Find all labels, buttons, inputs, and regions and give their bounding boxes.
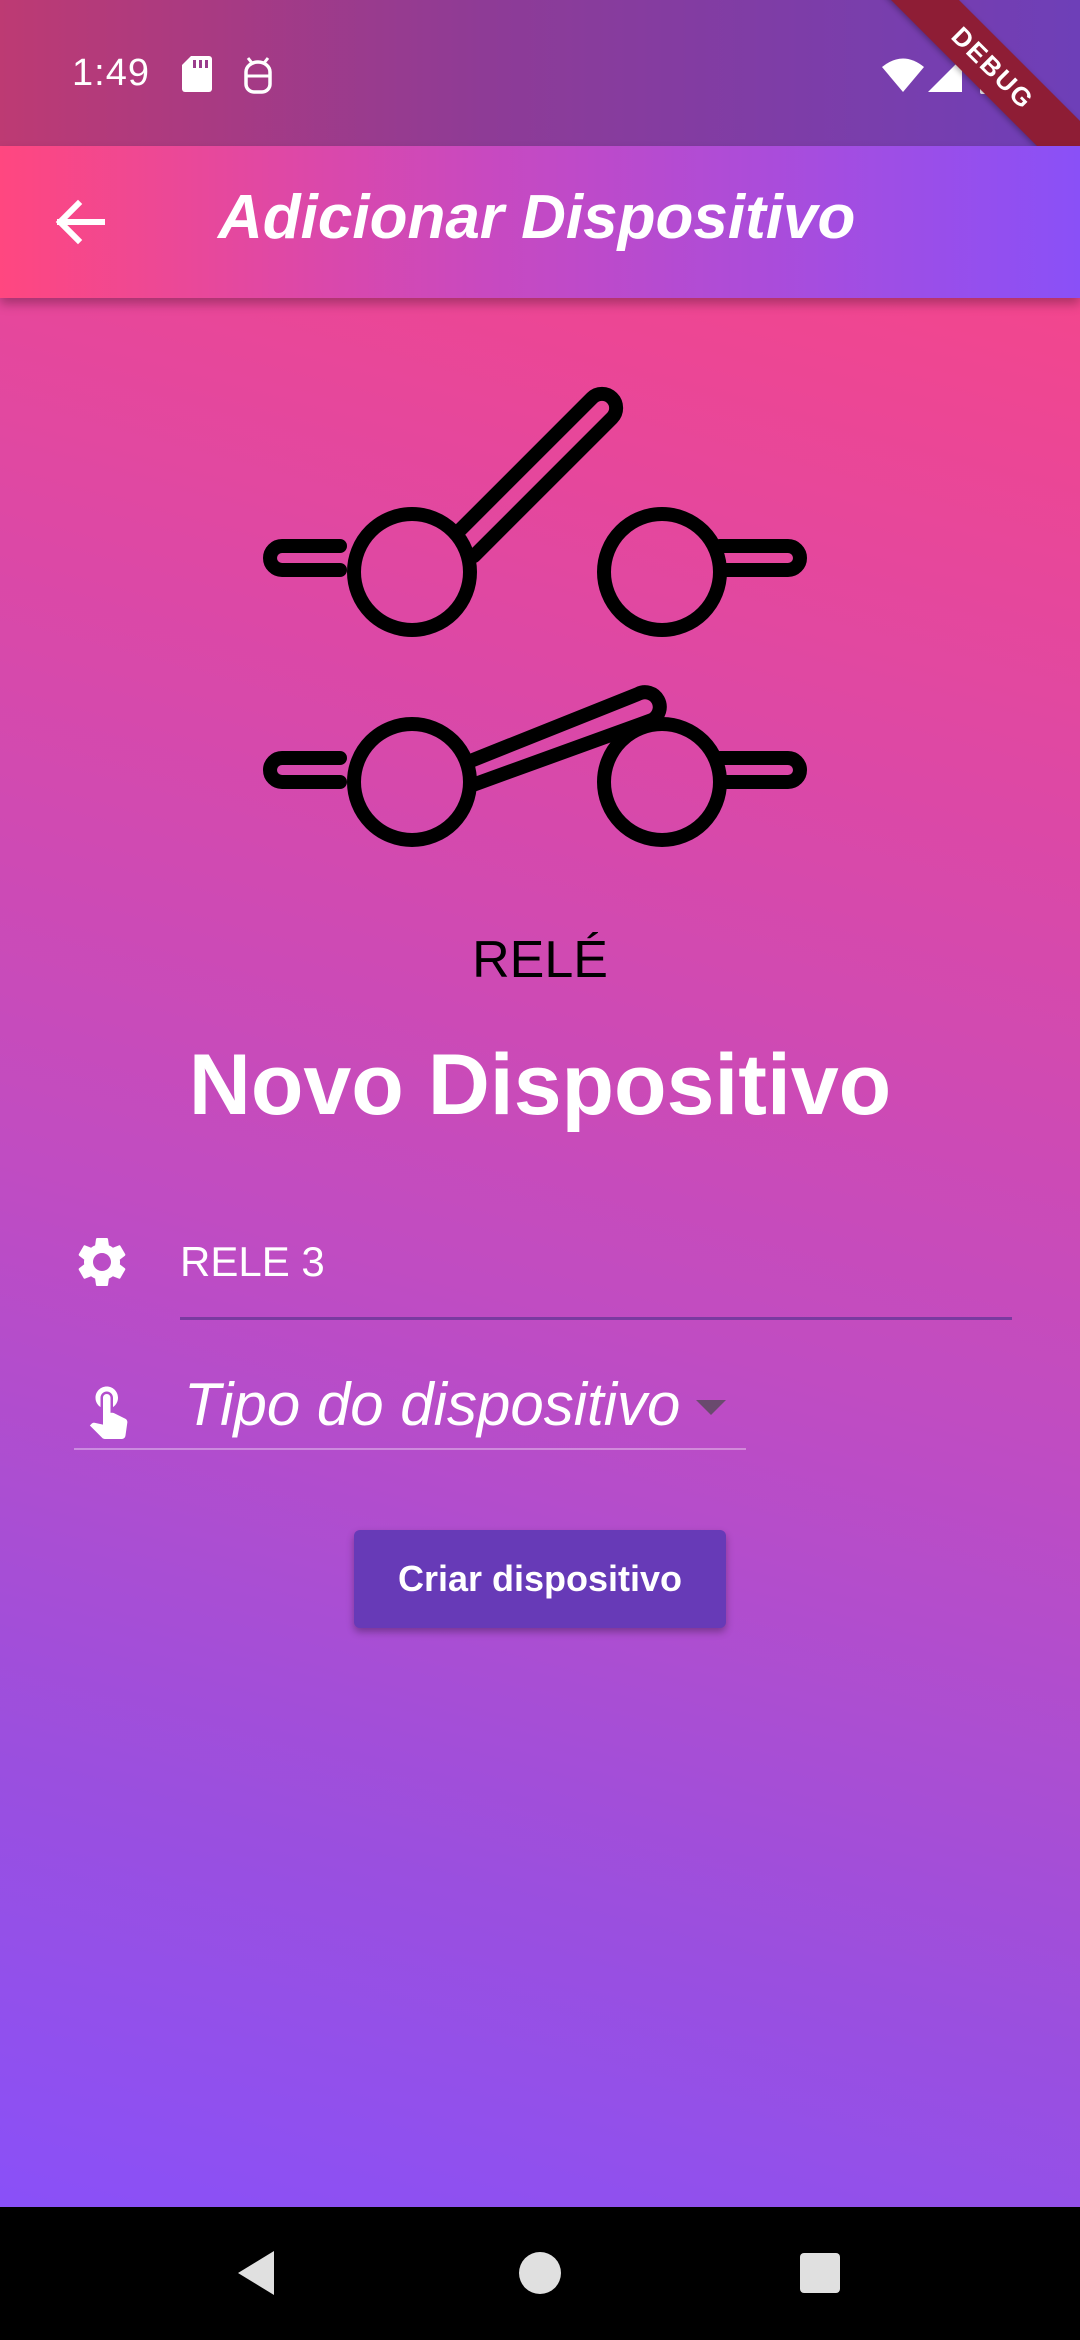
nav-home-icon[interactable]: [508, 2241, 572, 2305]
device-name-input[interactable]: [180, 1220, 1012, 1320]
status-bar: 1:49 DEBUG: [0, 0, 1080, 202]
sd-card-icon: [182, 56, 212, 92]
device-name-field: [72, 1220, 1012, 1330]
device-type-hint: Tipo do dispositivo: [184, 1371, 681, 1438]
android-debug-icon: [244, 57, 272, 94]
page-header-title: Adicionar Dispositivo: [218, 183, 856, 252]
nav-back-icon[interactable]: [226, 2241, 290, 2305]
nav-recents-icon[interactable]: [788, 2241, 852, 2305]
device-type-label: RELÉ: [472, 931, 608, 989]
device-type-dropdown[interactable]: Tipo do dispositivo: [74, 1370, 746, 1450]
create-device-button[interactable]: Criar dispositivo: [354, 1530, 726, 1628]
arrow-back-icon[interactable]: [40, 182, 120, 262]
form-heading: Novo Dispositivo: [188, 1037, 892, 1133]
wifi-icon: [882, 58, 924, 92]
dropdown-arrow-icon: [696, 1400, 726, 1415]
relay-switch-icon: [263, 386, 807, 847]
touch-app-icon: [89, 1386, 128, 1439]
system-nav-bar: [0, 2207, 1080, 2340]
status-time: 1:49: [72, 52, 150, 94]
gear-icon: [78, 1238, 126, 1286]
screen: 1:49 DEBUG Adicionar Dispositivo RELÉ No…: [0, 0, 1080, 2340]
app-bar: Adicionar Dispositivo: [0, 146, 1080, 298]
